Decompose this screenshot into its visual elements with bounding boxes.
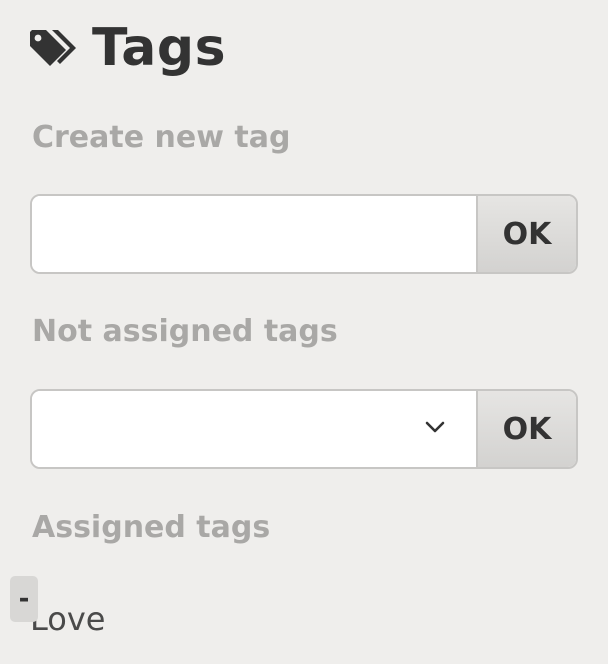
create-tag-label: Create new tag: [32, 120, 291, 155]
not-assigned-tags-label: Not assigned tags: [32, 314, 338, 349]
not-assigned-tags-select[interactable]: [32, 391, 476, 467]
chevron-down-icon: [424, 419, 446, 435]
assign-tag-ok-button[interactable]: OK: [476, 391, 576, 467]
remove-tag-button[interactable]: -: [10, 576, 38, 622]
create-tag-ok-button[interactable]: OK: [476, 196, 576, 272]
tags-icon: [28, 26, 78, 70]
assigned-tag-item: - Love: [10, 576, 310, 646]
assign-tag-form: OK: [30, 389, 578, 469]
assigned-tag-name: Love: [30, 600, 106, 638]
page-title: Tags: [92, 18, 227, 78]
assigned-tags-label: Assigned tags: [32, 510, 271, 545]
new-tag-input[interactable]: [32, 196, 476, 272]
create-tag-form: OK: [30, 194, 578, 274]
tags-header: Tags: [28, 14, 226, 82]
tags-panel: Tags Create new tag OK Not assigned tags…: [0, 0, 608, 664]
